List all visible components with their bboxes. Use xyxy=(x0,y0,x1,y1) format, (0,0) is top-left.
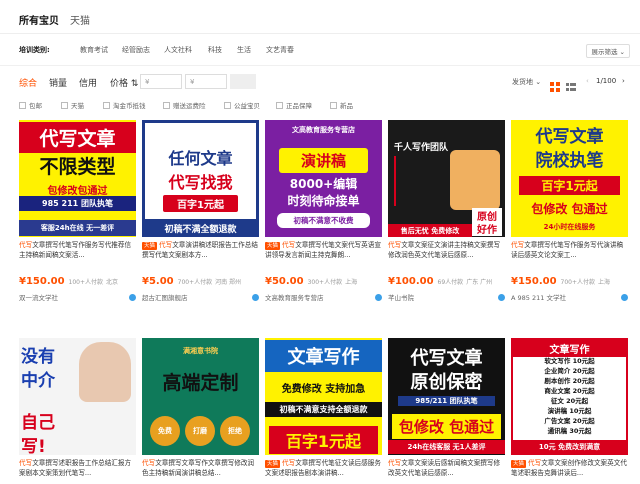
sort-price[interactable]: 价格 ⇅ xyxy=(110,76,138,89)
category-row: 培训类别: 教育考试 经管励志 人文社科 科技 生活 文艺青春 展示筛选 ⌄ xyxy=(0,34,640,66)
category-label: 培训类别: xyxy=(19,46,50,54)
price-line: ¥50.00 300+人付款 上海 xyxy=(265,276,358,287)
category-item[interactable]: 经管励志 xyxy=(122,45,150,55)
product-image[interactable]: 代写文章 原创保密 985/211 团队执笔 包修改 包通过 24h在线客服 无… xyxy=(388,338,505,455)
product-title[interactable]: 代写文章撰写述职报告工作总结汇报方案剧本文案策划代笔写... xyxy=(19,458,136,478)
price-line: ¥150.00 700+人付款 上海 xyxy=(511,276,611,287)
child-photo xyxy=(79,342,131,402)
sort-credit[interactable]: 信用 xyxy=(79,76,97,89)
wangwang-icon[interactable] xyxy=(375,293,382,301)
shop-line: 双一流文学社 xyxy=(19,292,136,302)
product-card[interactable]: 文章写作 免费修改 支持加急 初稿不满意支持全额退款 百字1元起 天猫 代写文章撰… xyxy=(265,338,382,478)
price-confirm-button[interactable] xyxy=(230,74,256,89)
price-max-input[interactable]: ¥ xyxy=(185,74,227,89)
ship-from-select[interactable]: 发货地 ⌄ xyxy=(512,77,541,87)
product-title[interactable]: 天猫 代写文章撰写代笔文案代写英语宣讲领导发言新闻主持克舞朗... xyxy=(265,240,382,260)
shop-line: 芊山书院 xyxy=(388,292,505,302)
price-line: ¥150.00 100+人付款 北京 xyxy=(19,276,119,287)
product-card[interactable]: 千人写作团队 原创 好作 售后无忧 免费修改 代写文章文案征文演讲主持稿文案撰写… xyxy=(388,120,505,302)
next-page-icon[interactable]: › xyxy=(622,77,625,85)
product-image[interactable]: 文高教育服务专营店 演讲稿 8000+编辑 时刻待命接单 初稿不满意不收费 xyxy=(265,120,382,237)
category-item[interactable]: 人文社科 xyxy=(164,45,192,55)
wangwang-icon[interactable] xyxy=(498,293,505,301)
product-image[interactable]: 代写文章 不限类型 包修改包通过 985 211 团队执笔 客服24h在线 无一… xyxy=(19,120,136,237)
shop-name[interactable]: 芊山书院 xyxy=(388,292,414,302)
shop-line: 超古汇图旗舰店 xyxy=(142,292,259,302)
shop-tabs: 所有宝贝 天猫 xyxy=(0,0,640,34)
shop-line: A 985 211 文学社 xyxy=(511,292,628,302)
product-image[interactable]: 没有 中介 自己 写! xyxy=(19,338,136,455)
sort-bar: 综合 销量 信用 价格 ⇅ ¥ ¥ 发货地 ⌄ ‹ 1/100 › xyxy=(0,66,640,98)
tmall-badge: 天猫 xyxy=(142,242,158,250)
tab-tmall[interactable]: 天猫 xyxy=(70,12,90,27)
category-item[interactable]: 文艺青春 xyxy=(266,45,294,55)
product-image[interactable]: 文章写作 免费修改 支持加急 初稿不满意支持全额退款 百字1元起 xyxy=(265,338,382,455)
filter-freight-insurance[interactable]: 赠送运费险 xyxy=(163,100,206,110)
shop-name[interactable]: 文高教育服务专营店 xyxy=(265,292,324,302)
price-min-input[interactable]: ¥ xyxy=(140,74,182,89)
price-line: ¥100.00 69人付款 广东 广州 xyxy=(388,276,493,287)
category-item[interactable]: 生活 xyxy=(237,45,251,55)
product-card[interactable]: 没有 中介 自己 写! 代写文章撰写述职报告工作总结汇报方案剧本文案策划代笔写.… xyxy=(19,338,136,478)
wangwang-icon[interactable] xyxy=(252,293,259,301)
product-title[interactable]: 代写文章撰写代笔写作服务写代演讲稿读后感英文论文案工... xyxy=(511,240,628,260)
product-image[interactable]: 文章写作 软文写作 10元起 企业简介 20元起 剧本创作 20元起 商业文案 … xyxy=(511,338,628,455)
sort-sales[interactable]: 销量 xyxy=(49,76,67,89)
filter-charity[interactable]: 公益宝贝 xyxy=(224,100,260,110)
product-title[interactable]: 代写文章文案读后感新闻稿文案撰写修改英文代笔读后感原... xyxy=(388,458,505,478)
product-title[interactable]: 天猫 代写文章撰写代笔征文读后感服务文案述职报告剧本演讲稿... xyxy=(265,458,382,478)
product-title[interactable]: 天猫 代写文章文案创作修改文案英文代笔述职报告克舞讲读后... xyxy=(511,458,628,478)
product-card[interactable]: 代写文章 原创保密 985/211 团队执笔 包修改 包通过 24h在线客服 无… xyxy=(388,338,505,478)
tmall-badge: 天猫 xyxy=(265,242,281,250)
product-image[interactable]: 满湘意书院 高端定制 免费 打磨 拒绝 xyxy=(142,338,259,455)
shop-name[interactable]: 双一流文学社 xyxy=(19,292,58,302)
product-title[interactable]: 代写文章文案征文演讲主持稿文案撰写修改润色英文代笔读后感原... xyxy=(388,240,505,260)
product-card[interactable]: 代写文章 不限类型 包修改包通过 985 211 团队执笔 客服24h在线 无一… xyxy=(19,120,136,302)
filter-tmall[interactable]: 天猫 xyxy=(61,100,84,110)
wangwang-icon[interactable] xyxy=(621,293,628,301)
product-title[interactable]: 代写文章撰写文章写作文章撰写修改润色主持稿新闻演讲稿总结... xyxy=(142,458,259,478)
product-image[interactable]: 千人写作团队 原创 好作 售后无忧 免费修改 xyxy=(388,120,505,237)
product-card[interactable]: 代写文章 院校执笔 百字1元起 包修改 包通过 24小时在线服务 代写文章撰写代… xyxy=(511,120,628,302)
page-indicator: 1/100 xyxy=(596,77,617,85)
price-line: ¥5.00 700+人付款 河南 郑州 xyxy=(142,276,242,287)
product-card[interactable]: 文高教育服务专营店 演讲稿 8000+编辑 时刻待命接单 初稿不满意不收费 天猫… xyxy=(265,120,382,302)
product-title[interactable]: 天猫 代写文章演讲稿述职报告工作总结撰写代笔文案剧本方... xyxy=(142,240,259,260)
sort-comprehensive[interactable]: 综合 xyxy=(19,76,37,89)
list-view-icon[interactable] xyxy=(566,77,576,91)
category-item[interactable]: 教育考试 xyxy=(80,45,108,55)
shop-name[interactable]: A 985 211 文学社 xyxy=(511,292,566,302)
category-item[interactable]: 科技 xyxy=(208,45,222,55)
product-card[interactable]: 满湘意书院 高端定制 免费 打磨 拒绝 代写文章撰写文章写作文章撰写修改润色主持… xyxy=(142,338,259,478)
fist-graphic xyxy=(450,150,500,210)
filter-coins[interactable]: 淘金币抵钱 xyxy=(103,100,146,110)
grid-view-icon[interactable] xyxy=(550,77,560,92)
shop-line: 文高教育服务专营店 xyxy=(265,292,382,302)
filter-free-shipping[interactable]: 包邮 xyxy=(19,100,42,110)
filter-row: 包邮 天猫 淘金币抵钱 赠送运费险 公益宝贝 正品保障 新品 xyxy=(0,98,640,114)
wangwang-icon[interactable] xyxy=(129,293,136,301)
product-title[interactable]: 代写文章撰写代笔写作服务写代推荐信主持稿新闻稿文案活... xyxy=(19,240,136,260)
product-image[interactable]: 代写文章 院校执笔 百字1元起 包修改 包通过 24小时在线服务 xyxy=(511,120,628,237)
product-image[interactable]: 任何文章 代写找我 百字1元起 初稿不满全额退款 xyxy=(142,120,259,237)
filter-new[interactable]: 新品 xyxy=(330,100,353,110)
tmall-badge: 天猫 xyxy=(265,460,281,468)
product-card[interactable]: 任何文章 代写找我 百字1元起 初稿不满全额退款 天猫 代写文章演讲稿述职报告工作… xyxy=(142,120,259,302)
expand-filter-button[interactable]: 展示筛选 ⌄ xyxy=(586,44,630,58)
tab-all-items[interactable]: 所有宝贝 xyxy=(19,12,59,27)
shop-name[interactable]: 超古汇图旗舰店 xyxy=(142,292,188,302)
filter-genuine[interactable]: 正品保障 xyxy=(276,100,312,110)
tmall-badge: 天猫 xyxy=(511,460,527,468)
feature-list xyxy=(394,156,449,206)
product-card[interactable]: 文章写作 软文写作 10元起 企业简介 20元起 剧本创作 20元起 商业文案 … xyxy=(511,338,628,478)
prev-page-icon[interactable]: ‹ xyxy=(586,77,589,85)
